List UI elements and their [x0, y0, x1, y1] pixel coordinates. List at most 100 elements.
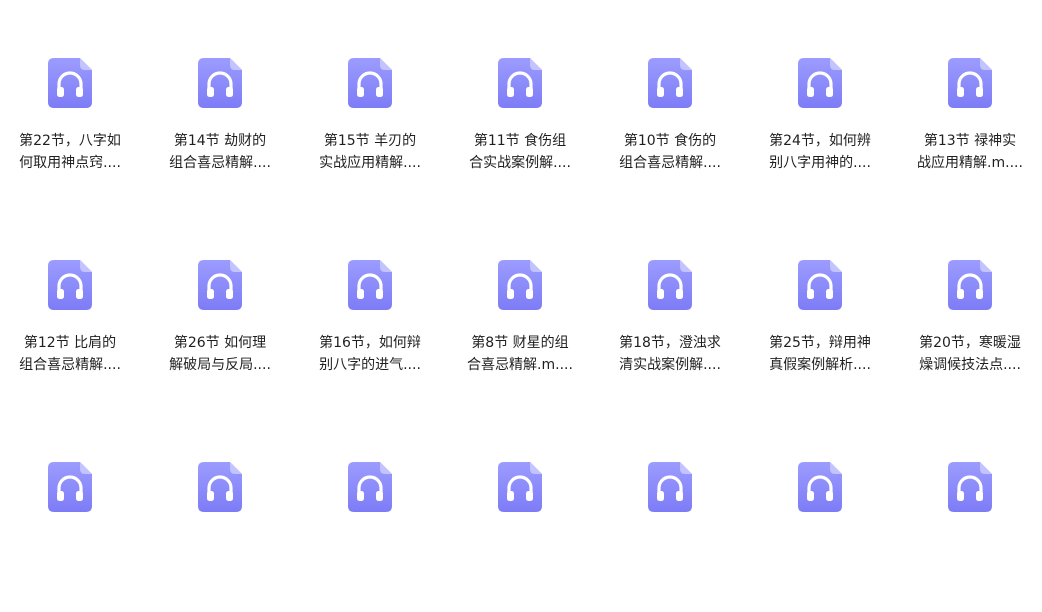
file-name-line-2 — [755, 556, 885, 578]
file-name-line-2 — [305, 556, 435, 578]
file-name: 第26节 如何理 解破局与反局.... — [155, 332, 285, 376]
file-name-line-2: 组合喜忌精解.... — [19, 357, 121, 373]
headphones-icon — [798, 462, 842, 512]
file-item[interactable]: 第13节 禄神实 战应用精解.m.... — [905, 58, 1035, 208]
file-name-line-2: 组合喜忌精解.... — [169, 155, 271, 171]
headphones-icon — [648, 462, 692, 512]
file-name-line-1 — [605, 534, 735, 556]
file-name-line-2 — [455, 556, 585, 578]
file-name-line-1: 第18节，澄浊求 — [619, 335, 721, 351]
file-name-line-2 — [155, 556, 285, 578]
file-name-line-2 — [5, 556, 135, 578]
headphones-icon — [798, 260, 842, 310]
file-name: 第13节 禄神实 战应用精解.m.... — [905, 130, 1035, 174]
file-name — [155, 534, 285, 578]
file-name-line-2: 合喜忌精解.m.... — [467, 357, 573, 373]
headphones-icon — [198, 462, 242, 512]
file-name: 第25节，辩用神 真假案例解析.... — [755, 332, 885, 376]
file-name-line-2: 别八字的进气.... — [319, 357, 421, 373]
file-item[interactable]: 第12节 比肩的 组合喜忌精解.... — [5, 260, 135, 410]
file-item[interactable] — [155, 462, 285, 612]
file-item[interactable] — [455, 462, 585, 612]
file-name — [905, 534, 1035, 578]
file-name-line-1 — [155, 534, 285, 556]
file-name-line-1: 第22节，八字如 — [19, 133, 121, 149]
file-item[interactable]: 第14节 劫财的 组合喜忌精解.... — [155, 58, 285, 208]
file-item[interactable]: 第24节，如何辨 别八字用神的.... — [755, 58, 885, 208]
file-name-line-2: 燥调候技法点.... — [919, 357, 1021, 373]
file-item[interactable]: 第18节，澄浊求 清实战案例解.... — [605, 260, 735, 410]
file-name-line-1: 第15节 羊刃的 — [323, 133, 417, 149]
headphones-icon — [348, 260, 392, 310]
file-name-line-1 — [305, 534, 435, 556]
headphones-icon — [948, 260, 992, 310]
file-name-line-1: 第10节 食伤的 — [623, 133, 717, 149]
file-item[interactable]: 第25节，辩用神 真假案例解析.... — [755, 260, 885, 410]
file-name: 第20节，寒暖湿 燥调候技法点.... — [905, 332, 1035, 376]
file-item[interactable] — [905, 462, 1035, 612]
file-name — [755, 534, 885, 578]
file-name-line-2: 真假案例解析.... — [769, 357, 871, 373]
file-name-line-1: 第24节，如何辨 — [769, 133, 871, 149]
file-name-line-2: 合实战案例解.... — [469, 155, 571, 171]
file-name-line-1: 第25节，辩用神 — [769, 335, 871, 351]
file-item[interactable]: 第15节 羊刃的 实战应用精解.... — [305, 58, 435, 208]
file-grid: 第22节，八字如 何取用神点窍.... 第14节 劫财的 组合喜忌精解.... 第15节… — [0, 0, 1042, 532]
file-name — [305, 534, 435, 578]
file-item[interactable] — [605, 462, 735, 612]
file-name: 第10节 食伤的 组合喜忌精解.... — [605, 130, 735, 174]
headphones-icon — [948, 462, 992, 512]
headphones-icon — [198, 58, 242, 108]
file-name-line-1 — [5, 534, 135, 556]
headphones-icon — [798, 58, 842, 108]
file-name: 第18节，澄浊求 清实战案例解.... — [605, 332, 735, 376]
headphones-icon — [648, 58, 692, 108]
file-name-line-1: 第20节，寒暖湿 — [919, 335, 1021, 351]
file-name-line-2: 别八字用神的.... — [769, 155, 871, 171]
file-item[interactable]: 第20节，寒暖湿 燥调候技法点.... — [905, 260, 1035, 410]
file-name — [5, 534, 135, 578]
headphones-icon — [648, 260, 692, 310]
file-item[interactable]: 第10节 食伤的 组合喜忌精解.... — [605, 58, 735, 208]
file-item[interactable]: 第26节 如何理 解破局与反局.... — [155, 260, 285, 410]
file-item[interactable] — [755, 462, 885, 612]
file-name-line-1: 第14节 劫财的 — [173, 133, 267, 149]
file-name-line-2 — [905, 556, 1035, 578]
file-name-line-1: 第26节 如何理 — [173, 335, 267, 351]
file-name-line-2: 实战应用精解.... — [319, 155, 421, 171]
headphones-icon — [198, 260, 242, 310]
headphones-icon — [348, 58, 392, 108]
file-name-line-1: 第12节 比肩的 — [23, 335, 117, 351]
file-name: 第11节 食伤组 合实战案例解.... — [455, 130, 585, 174]
file-name-line-2: 清实战案例解.... — [619, 357, 721, 373]
file-item[interactable]: 第11节 食伤组 合实战案例解.... — [455, 58, 585, 208]
file-item[interactable] — [305, 462, 435, 612]
file-item[interactable] — [5, 462, 135, 612]
file-name-line-2: 组合喜忌精解.... — [619, 155, 721, 171]
headphones-icon — [498, 58, 542, 108]
file-item[interactable]: 第8节 财星的组 合喜忌精解.m.... — [455, 260, 585, 410]
file-name-line-1 — [755, 534, 885, 556]
file-item[interactable]: 第22节，八字如 何取用神点窍.... — [5, 58, 135, 208]
headphones-icon — [498, 260, 542, 310]
headphones-icon — [498, 462, 542, 512]
file-name: 第8节 财星的组 合喜忌精解.m.... — [455, 332, 585, 376]
file-name — [605, 534, 735, 578]
file-item[interactable]: 第16节，如何辩 别八字的进气.... — [305, 260, 435, 410]
headphones-icon — [348, 462, 392, 512]
file-name-line-2: 何取用神点窍.... — [19, 155, 121, 171]
headphones-icon — [48, 462, 92, 512]
file-name-line-1: 第11节 食伤组 — [473, 133, 567, 149]
file-name: 第14节 劫财的 组合喜忌精解.... — [155, 130, 285, 174]
headphones-icon — [48, 58, 92, 108]
file-name-line-1 — [455, 534, 585, 556]
file-name-line-1: 第16节，如何辩 — [319, 335, 421, 351]
file-name: 第22节，八字如 何取用神点窍.... — [5, 130, 135, 174]
file-name-line-2 — [605, 556, 735, 578]
headphones-icon — [48, 260, 92, 310]
file-name-line-2: 战应用精解.m.... — [917, 155, 1023, 171]
file-name: 第16节，如何辩 别八字的进气.... — [305, 332, 435, 376]
file-name-line-1: 第8节 财星的组 — [471, 335, 569, 351]
file-name-line-1: 第13节 禄神实 — [923, 133, 1017, 149]
file-name — [455, 534, 585, 578]
